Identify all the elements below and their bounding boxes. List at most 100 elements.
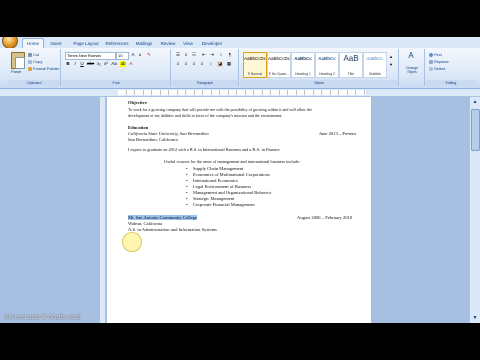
vertical-scrollbar[interactable]: ▲ ▼	[469, 97, 480, 323]
strikethrough-button[interactable]: abc	[87, 61, 94, 67]
style-normal[interactable]: AaBbCcDc ¶ Normal	[243, 52, 267, 78]
italic-button[interactable]: I	[72, 61, 78, 67]
vertical-ruler[interactable]	[100, 97, 106, 323]
bullets-button[interactable]: ☰	[175, 52, 181, 58]
style-subtitle[interactable]: AaBbCc. Subtitle	[363, 52, 387, 78]
styles-group: AaBbCcDc ¶ Normal AaBbCcDc ¶ No Spaci...…	[240, 49, 399, 86]
replace-button[interactable]: Replace	[429, 59, 449, 64]
paragraph-group: ☰ ≡ ☷ ⇤ ⇥ ↕ ¶ ≡ ≡ ≡ ≡ ↨ ◪ ▦ Paragraph	[172, 49, 239, 86]
screencast-watermark: Screencast-O-Matic.com	[4, 314, 82, 321]
paste-icon[interactable]	[11, 52, 25, 69]
tab-page-layout[interactable]: Page Layout	[70, 39, 102, 48]
change-styles-button[interactable]: Change Styles	[401, 66, 423, 74]
change-styles-area: A Change Styles	[400, 49, 425, 86]
course-item: Management and Organizational Behavior	[186, 190, 271, 195]
justify-button[interactable]: ≡	[199, 61, 205, 67]
clear-format-button[interactable]: ✎	[146, 52, 152, 58]
styles-scroll-down-icon[interactable]: ▾	[388, 62, 394, 68]
tab-review[interactable]: Review	[158, 39, 178, 48]
format-painter-label: Format Painter	[33, 66, 60, 71]
replace-label: Replace	[434, 59, 449, 64]
style-sample: AaB	[343, 54, 359, 63]
decrease-indent-button[interactable]: ⇤	[201, 52, 207, 58]
style-name: Heading 1	[295, 72, 311, 76]
line-spacing-button[interactable]: ↨	[208, 61, 214, 67]
copy-icon	[28, 59, 32, 64]
cut-label: Cut	[33, 52, 40, 57]
highlight-button[interactable]: ab	[120, 61, 126, 67]
style-no-spacing[interactable]: AaBbCcDc ¶ No Spaci...	[267, 52, 291, 78]
select-button[interactable]: Select	[429, 66, 445, 71]
school-2-degree: A.S. in Administration and Information S…	[128, 227, 217, 232]
font-color-button[interactable]: A	[128, 61, 134, 67]
shading-button[interactable]: ◪	[217, 61, 223, 67]
paragraph-group-label: Paragraph	[172, 80, 238, 86]
show-marks-button[interactable]: ¶	[227, 52, 233, 58]
align-right-button[interactable]: ≡	[191, 61, 197, 67]
objective-text-line-2: development of my abilities and skills i…	[128, 113, 283, 118]
borders-button[interactable]: ▦	[226, 61, 232, 67]
horizontal-ruler[interactable]	[0, 89, 480, 97]
style-title[interactable]: AaB Title	[339, 52, 363, 78]
word-window: Home Insert Page Layout References Maili…	[0, 37, 480, 323]
shrink-font-button[interactable]: A	[137, 52, 143, 58]
change-styles-icon[interactable]: A	[408, 52, 414, 60]
grow-font-button[interactable]: A	[130, 52, 136, 58]
style-sample: AaBbCc	[318, 56, 336, 61]
document-area: Objective To work for a growing company …	[0, 97, 470, 323]
style-sample: AaBbCc	[294, 56, 312, 61]
sort-button[interactable]: ↕	[218, 52, 224, 58]
scroll-thumb[interactable]	[471, 109, 480, 151]
styles-group-label: Styles	[240, 80, 398, 86]
school-1-dates: June 2013 – Present	[319, 131, 356, 136]
objective-heading: Objective	[128, 100, 147, 105]
tab-insert[interactable]: Insert	[46, 39, 66, 48]
font-size-combo[interactable]: 10	[116, 52, 129, 60]
style-name: Title	[347, 72, 355, 76]
school-1-city: San Bernardino, California	[128, 137, 178, 142]
replace-icon	[429, 59, 433, 64]
superscript-button[interactable]: x²	[103, 61, 109, 67]
document-page[interactable]: Objective To work for a growing company …	[107, 97, 371, 323]
numbering-button[interactable]: ≡	[183, 52, 189, 58]
font-group-label: Font	[62, 80, 170, 86]
editing-group: Find Replace Select Editing	[426, 49, 476, 86]
multilevel-list-button[interactable]: ☷	[191, 52, 197, 58]
align-center-button[interactable]: ≡	[183, 61, 189, 67]
school-1-name: California State University, San Bernard…	[128, 131, 209, 136]
bold-button[interactable]: B	[65, 61, 71, 67]
copy-button[interactable]: Copy	[28, 59, 42, 64]
ribbon: Paste Cut Copy Format Painter Clipboard …	[0, 48, 480, 89]
screen: Home Insert Page Layout References Maili…	[0, 0, 480, 360]
editing-group-label: Editing	[426, 80, 476, 86]
ruler-scale	[118, 90, 366, 95]
tab-references[interactable]: References	[104, 39, 130, 48]
styles-scroll-up-icon[interactable]: ▴	[388, 54, 394, 60]
scroll-down-icon[interactable]: ▼	[471, 314, 479, 322]
increase-indent-button[interactable]: ⇥	[209, 52, 215, 58]
tab-view[interactable]: View	[180, 39, 196, 48]
select-label: Select	[434, 66, 446, 71]
cut-button[interactable]: Cut	[28, 52, 39, 57]
course-item: Corporate Financial Management	[186, 202, 255, 207]
objective-text-line-1: To work for a growing company that will …	[128, 107, 312, 112]
underline-button[interactable]: U	[79, 61, 85, 67]
font-name-combo[interactable]: Times New Roman	[65, 52, 116, 60]
align-left-button[interactable]: ≡	[175, 61, 181, 67]
subscript-button[interactable]: x₂	[96, 61, 102, 67]
graduation-note: I expect to graduate on 2012 with a B.S.…	[128, 147, 280, 152]
format-painter-button[interactable]: Format Painter	[28, 66, 59, 71]
courses-intro: Useful courses for the areas of manageme…	[164, 159, 301, 164]
style-heading-1[interactable]: AaBbCc Heading 1	[291, 52, 315, 78]
style-heading-2[interactable]: AaBbCc Heading 2	[315, 52, 339, 78]
school-2-dates: August 2006 – February 2010	[297, 215, 353, 220]
tab-mailings[interactable]: Mailings	[133, 39, 155, 48]
selected-text: Mt. San Antonio Community College	[128, 215, 198, 220]
scroll-up-icon[interactable]: ▲	[471, 98, 479, 106]
paste-label[interactable]: Paste	[11, 69, 21, 74]
tab-developer[interactable]: Developer	[199, 39, 225, 48]
school-2-city: Walnut, California	[128, 221, 163, 226]
change-case-button[interactable]: Aa	[111, 61, 117, 67]
style-name: ¶ Normal	[247, 72, 263, 76]
find-button[interactable]: Find	[429, 52, 442, 57]
